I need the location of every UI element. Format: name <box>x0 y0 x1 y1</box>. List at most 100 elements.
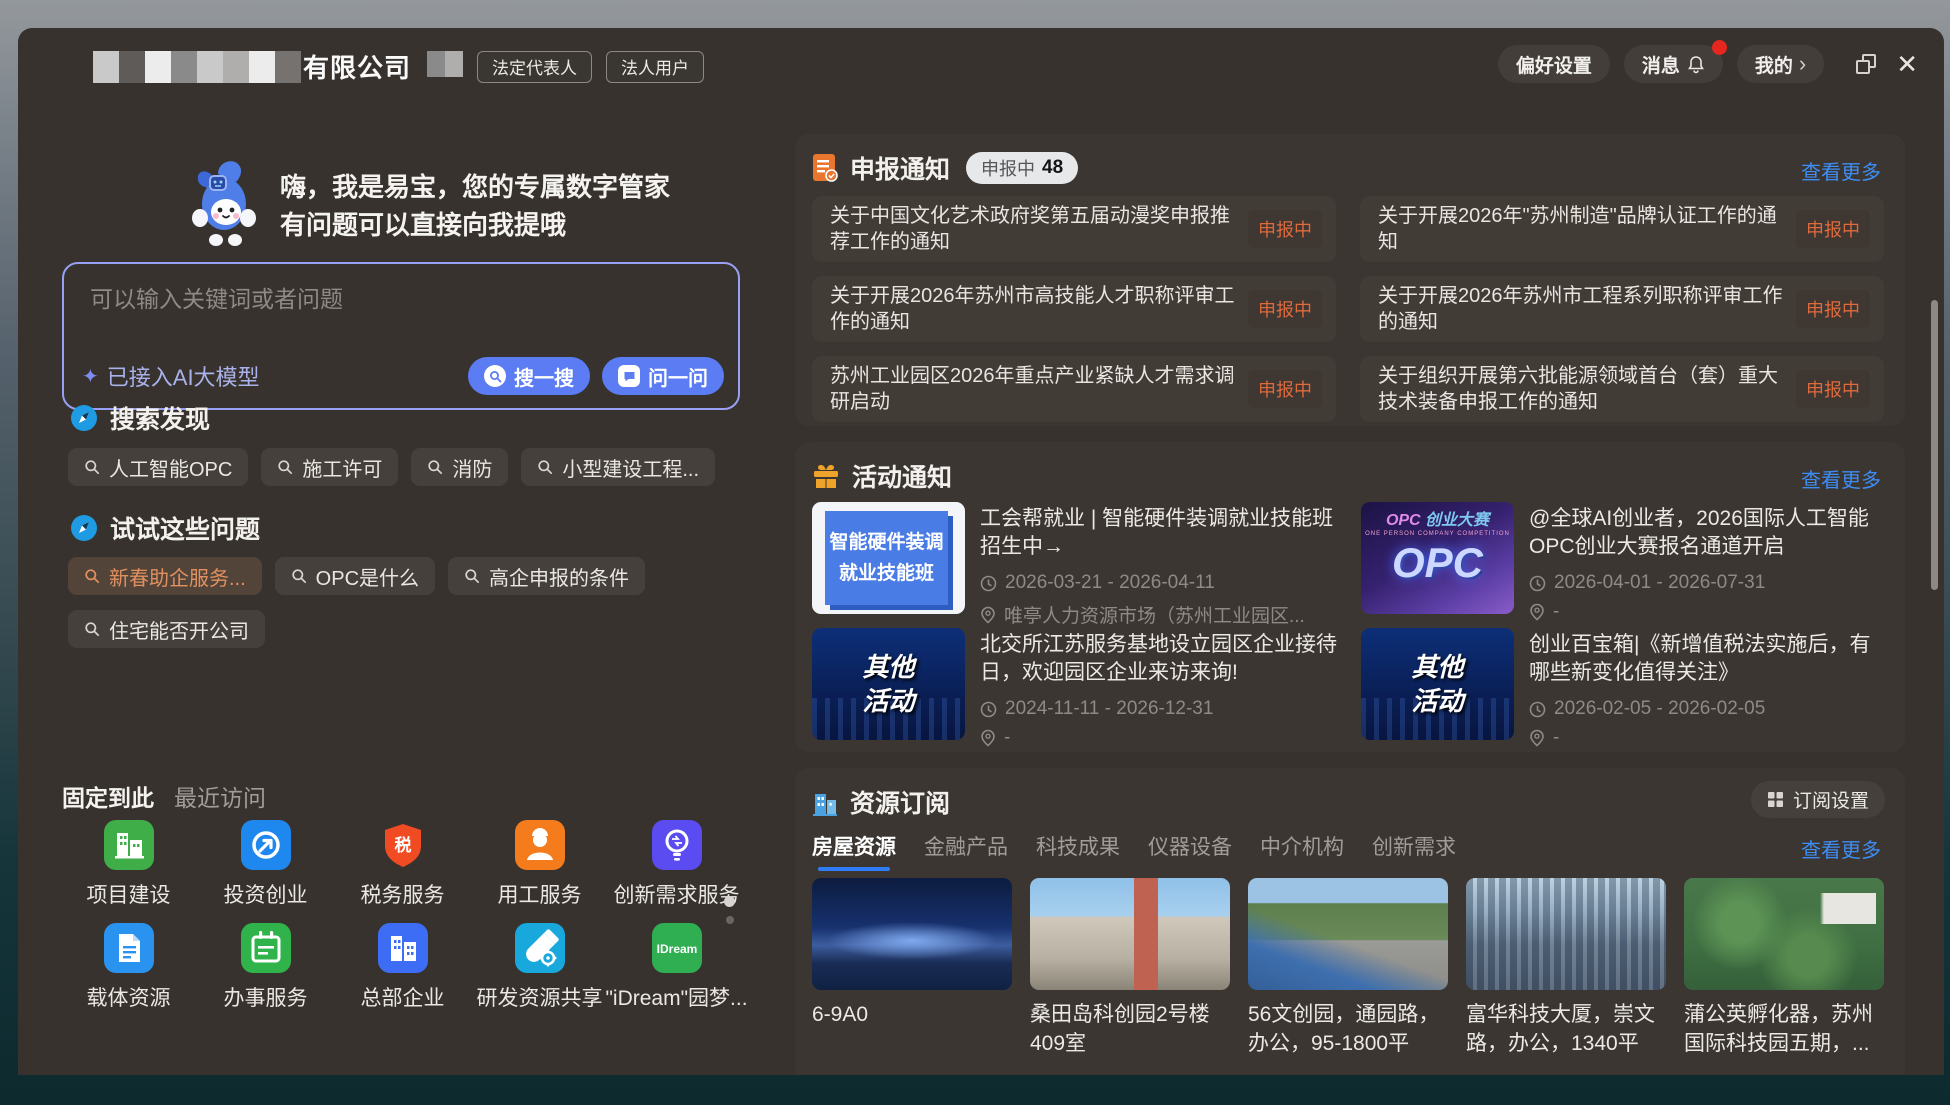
page-dot[interactable] <box>726 916 734 924</box>
lightbulb-icon <box>652 820 702 870</box>
close-window-icon[interactable]: ✕ <box>1896 54 1918 74</box>
tab-pinned[interactable]: 固定到此 <box>62 779 154 813</box>
grid-icon <box>1767 791 1784 808</box>
events-more-link[interactable]: 查看更多 <box>1801 464 1881 493</box>
page-dot-active[interactable] <box>724 896 735 907</box>
clock-icon <box>980 701 997 718</box>
tab-tech-achievements[interactable]: 科技成果 <box>1036 831 1120 871</box>
event-item[interactable]: 其他活动 北交所江苏服务基地设立园区企业接待日，欢迎园区企业来访来询! 2024… <box>812 628 1337 740</box>
status-badge: 申报中 <box>1796 370 1870 408</box>
discover-chip[interactable]: 小型建设工程... <box>521 448 715 486</box>
quicklink-project-construction[interactable]: 项目建设 <box>60 814 197 909</box>
magnifier-icon <box>537 459 553 475</box>
property-photo <box>1684 878 1884 990</box>
greeting-line1: 嗨，我是易宝，您的专属数字管家 <box>280 168 670 206</box>
testtube-gear-icon <box>515 923 565 973</box>
magnifier-icon <box>291 568 307 584</box>
discover-chip[interactable]: 消防 <box>411 448 508 486</box>
resource-card[interactable]: 6-9A0 <box>812 878 1012 1058</box>
preferences-button[interactable]: 偏好设置 <box>1498 45 1610 83</box>
event-item[interactable]: 智能硬件装调就业技能班 工会帮就业 | 智能硬件装调就业技能班招生中→ 2026… <box>812 502 1337 614</box>
restore-window-icon[interactable] <box>1856 54 1876 74</box>
tab-finance[interactable]: 金融产品 <box>924 831 1008 871</box>
events-title: 活动通知 <box>852 458 952 494</box>
resource-card[interactable]: 富华科技大厦，崇文路，办公，1340平 <box>1466 878 1666 1058</box>
subscription-settings-button[interactable]: 订阅设置 <box>1751 781 1885 818</box>
notice-item[interactable]: 苏州工业园区2026年重点产业紧缺人才需求调研启动申报中 <box>812 356 1336 422</box>
window-controls: ✕ <box>1856 54 1918 74</box>
declare-more-link[interactable]: 查看更多 <box>1801 156 1881 185</box>
location-pin-icon <box>1529 603 1545 621</box>
resource-card[interactable]: 桑田岛科创园2号楼409室 <box>1030 878 1230 1058</box>
bell-icon <box>1687 55 1705 74</box>
status-badge: 申报中 <box>1796 210 1870 248</box>
notice-item[interactable]: 关于开展2026年苏州市工程系列职称评审工作的通知申报中 <box>1360 276 1884 342</box>
messages-button[interactable]: 消息 <box>1624 45 1723 83</box>
tab-instruments[interactable]: 仪器设备 <box>1148 831 1232 871</box>
property-caption: 56文创园，通园路，办公，95-1800平 <box>1248 1000 1448 1058</box>
search-input[interactable] <box>90 286 650 313</box>
search-button[interactable]: 搜一搜 <box>468 357 590 395</box>
clock-icon <box>980 575 997 592</box>
location-pin-icon <box>980 606 996 624</box>
property-photo <box>1030 878 1230 990</box>
quicklink-labor-service[interactable]: 用工服务 <box>471 814 608 909</box>
question-chip[interactable]: 住宅能否开公司 <box>68 610 265 648</box>
notice-item[interactable]: 关于组织开展第六批能源领域首台（套）重大技术装备申报工作的通知申报中 <box>1360 356 1884 422</box>
status-badge: 申报中 <box>1796 290 1870 328</box>
discover-chip[interactable]: 人工智能OPC <box>68 448 248 486</box>
quicklink-carrier-resources[interactable]: 载体资源 <box>60 917 197 1012</box>
discover-title: 搜索发现 <box>110 400 210 436</box>
discover-chip[interactable]: 施工许可 <box>261 448 398 486</box>
vertical-scrollbar[interactable] <box>1931 300 1938 590</box>
ask-button[interactable]: 问一问 <box>602 357 724 395</box>
my-account-button[interactable]: 我的 › <box>1737 45 1824 83</box>
event-title: @全球AI创业者，2026国际人工智能OPC创业大赛报名通道开启 <box>1529 505 1886 561</box>
notice-item[interactable]: 关于开展2026年苏州市高技能人才职称评审工作的通知申报中 <box>812 276 1336 342</box>
event-item[interactable]: OPC 创业大赛 ONE PERSON COMPANY COMPETITION … <box>1361 502 1886 614</box>
svg-text:IDream: IDream <box>656 942 697 956</box>
tab-recent[interactable]: 最近访问 <box>174 779 266 813</box>
status-badge: 申报中 <box>1248 210 1322 248</box>
event-item[interactable]: 其他活动 创业百宝箱|《新增值税法实施后，有哪些新变化值得关注》 2026-02… <box>1361 628 1886 740</box>
question-chip[interactable]: 新春助企服务... <box>68 557 262 595</box>
event-thumbnail: 智能硬件装调就业技能班 <box>812 502 965 614</box>
badge-corporate-user: 法人用户 <box>606 51 704 83</box>
event-date: 2026-03-21 - 2026-04-11 <box>980 572 1337 594</box>
building-icon <box>104 820 154 870</box>
tab-intermediaries[interactable]: 中介机构 <box>1260 831 1344 871</box>
quicklink-affairs-service[interactable]: 办事服务 <box>197 917 334 1012</box>
event-location: - <box>980 727 1337 749</box>
app-window: 有限公司 法定代表人 法人用户 偏好设置 消息 我的 › ✕ <box>18 28 1944 1075</box>
quicklink-invest-startup[interactable]: 投资创业 <box>197 814 334 909</box>
resources-card-list: 6-9A0 桑田岛科创园2号楼409室 56文创园，通园路，办公，95-1800… <box>812 878 1884 1058</box>
notice-item[interactable]: 关于中国文化艺术政府奖第五届动漫奖申报推荐工作的通知申报中 <box>812 196 1336 262</box>
declare-header: 申报通知 申报中 48 <box>812 150 1078 186</box>
tab-housing[interactable]: 房屋资源 <box>812 831 896 871</box>
document-icon <box>104 923 154 973</box>
question-chip[interactable]: OPC是什么 <box>275 557 435 595</box>
quicklink-headquarters[interactable]: 总部企业 <box>334 917 471 1012</box>
resources-more-link[interactable]: 查看更多 <box>1801 834 1881 863</box>
quicklinks-grid: 项目建设 投资创业 税 税务服务 用工服务 创新需求服务 载体资源 办事服务 总 <box>60 814 750 1012</box>
resource-card[interactable]: 蒲公英孵化器，苏州国际科技园五期，... <box>1684 878 1884 1058</box>
declare-list: 关于中国文化艺术政府奖第五届动漫奖申报推荐工作的通知申报中 关于开展2026年"… <box>812 196 1884 422</box>
quicklink-idream[interactable]: IDream "iDream"园梦... <box>608 917 745 1012</box>
event-location: - <box>1529 601 1886 623</box>
buildings-icon <box>378 923 428 973</box>
question-chip[interactable]: 高企申报的条件 <box>448 557 645 595</box>
event-date: 2026-04-01 - 2026-07-31 <box>1529 572 1886 594</box>
resources-tabs: 房屋资源 金融产品 科技成果 仪器设备 中介机构 创新需求 <box>812 831 1456 871</box>
clock-icon <box>1529 575 1546 592</box>
quicklinks-pagination <box>724 896 735 924</box>
quicklink-tax-service[interactable]: 税 税务服务 <box>334 814 471 909</box>
event-title: 创业百宝箱|《新增值税法实施后，有哪些新变化值得关注》 <box>1529 631 1886 687</box>
resource-card[interactable]: 56文创园，通园路，办公，95-1800平 <box>1248 878 1448 1058</box>
notice-item[interactable]: 关于开展2026年"苏州制造"品牌认证工作的通知申报中 <box>1360 196 1884 262</box>
quicklink-innovation-demand[interactable]: 创新需求服务 <box>608 814 745 909</box>
property-photo <box>812 878 1012 990</box>
location-pin-icon <box>1529 729 1545 747</box>
tab-innovation-demand[interactable]: 创新需求 <box>1372 831 1456 871</box>
quicklink-rnd-sharing[interactable]: 研发资源共享 <box>471 917 608 1012</box>
questions-chips-row2: 住宅能否开公司 <box>68 610 265 648</box>
